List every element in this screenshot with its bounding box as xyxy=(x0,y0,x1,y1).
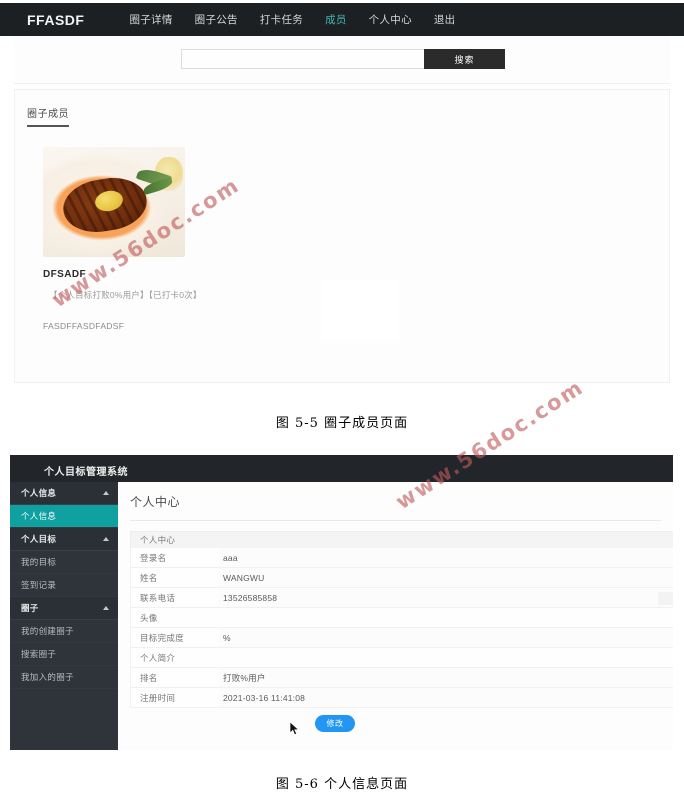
table-row: 联系电话 13526585858 xyxy=(130,588,673,608)
search-input[interactable] xyxy=(181,49,424,69)
sidebar-item-my-created-circles[interactable]: 我的创建圈子 xyxy=(10,620,118,643)
member-stats: 【个人目标打败0%用户】【已打卡0次】 xyxy=(49,290,202,300)
figure-personal-info-screenshot: 个人目标管理系统 个人信息 个人信息 个人目标 我的目标 签到记录 圈子 我的创… xyxy=(10,455,673,750)
nav-link-circle-announcement[interactable]: 圈子公告 xyxy=(184,12,249,27)
member-card[interactable]: DFSADF 【个人目标打败0%用户】【已打卡0次】 FASDFFASDFADS… xyxy=(43,147,303,331)
row-value: 2021-03-16 11:41:08 xyxy=(219,688,673,707)
row-label: 登录名 xyxy=(140,552,167,563)
table-row: 排名 打败%用户 xyxy=(130,668,673,688)
nav-links: 圈子详情 圈子公告 打卡任务 成员 个人中心 退出 xyxy=(118,12,466,27)
search-button[interactable]: 搜索 xyxy=(424,49,505,69)
row-label: 个人简介 xyxy=(140,652,176,663)
figure-caption-5-6: 图 5-6 个人信息页面 xyxy=(275,777,409,792)
row-value xyxy=(219,648,673,667)
nav-link-personal-center[interactable]: 个人中心 xyxy=(358,12,423,27)
sidebar-item-label: 我的创建圈子 xyxy=(21,626,74,636)
sidebar-group-label: 个人信息 xyxy=(21,488,57,498)
sidebar-item-label: 搜索圈子 xyxy=(21,649,57,659)
row-label: 姓名 xyxy=(140,572,158,583)
tab-bar: 圈子成员 xyxy=(27,104,647,127)
member-description: FASDFFASDFADSF xyxy=(43,321,125,331)
row-label: 注册时间 xyxy=(140,692,176,703)
sidebar-item-label: 个人信息 xyxy=(21,511,57,521)
figure-caption-5-5: 图 5-5 圈子成员页面 xyxy=(275,416,409,431)
table-row: 登录名 aaa xyxy=(130,548,673,568)
sidebar-item-my-goals[interactable]: 我的目标 xyxy=(10,551,118,574)
nav-link-members[interactable]: 成员 xyxy=(314,12,358,27)
chevron-up-icon xyxy=(103,537,109,541)
nav-link-checkin-task[interactable]: 打卡任务 xyxy=(249,12,314,27)
personal-info-panel: 个人中心 登录名 aaa 姓名 WANGWU 联系电话 13526585858 … xyxy=(130,531,673,708)
sidebar-group-personal-goal[interactable]: 个人目标 xyxy=(10,528,118,551)
page-title: 个人中心 xyxy=(130,493,661,521)
table-row: 目标完成度 % xyxy=(130,628,673,648)
row-value: aaa xyxy=(219,548,673,567)
placeholder-box xyxy=(658,592,673,605)
row-value: % xyxy=(219,628,673,647)
sidebar-item-label: 签到记录 xyxy=(21,580,57,590)
tab-circle-members[interactable]: 圈子成员 xyxy=(27,105,69,127)
page-title-text: 个人中心 xyxy=(130,495,181,509)
row-value: 打败%用户 xyxy=(219,668,673,687)
sidebar-item-checkin-records[interactable]: 签到记录 xyxy=(10,574,118,597)
sidebar-item-search-circles[interactable]: 搜索圈子 xyxy=(10,643,118,666)
row-label: 联系电话 xyxy=(140,592,176,603)
member-name: DFSADF xyxy=(43,269,86,280)
table-row: 头像 xyxy=(130,608,673,628)
row-label: 头像 xyxy=(140,612,158,623)
row-label: 目标完成度 xyxy=(140,632,185,643)
site-brand: FFASDF xyxy=(27,11,85,28)
broken-image-placeholder xyxy=(321,280,399,340)
sidebar-item-personal-info[interactable]: 个人信息 xyxy=(10,505,118,528)
edit-button[interactable]: 修改 xyxy=(315,715,355,732)
sidebar-item-label: 我加入的圈子 xyxy=(21,672,74,682)
nav-link-logout[interactable]: 退出 xyxy=(423,12,467,27)
nav-link-circle-detail[interactable]: 圈子详情 xyxy=(118,12,183,27)
sidebar-group-label: 圈子 xyxy=(21,603,39,613)
app-topbar: 个人目标管理系统 xyxy=(10,455,673,482)
table-row: 注册时间 2021-03-16 11:41:08 xyxy=(130,688,673,708)
app-title: 个人目标管理系统 xyxy=(44,467,128,478)
figure-circle-members-screenshot: FFASDF 圈子详情 圈子公告 打卡任务 成员 个人中心 退出 搜索 圈子成员 xyxy=(0,3,684,386)
top-navbar: FFASDF 圈子详情 圈子公告 打卡任务 成员 个人中心 退出 xyxy=(0,3,684,36)
search-form: 搜索 xyxy=(181,49,505,69)
members-panel: 圈子成员 DFSADF 【个人目标打败0%用户】【已打卡0次】 FASDFFAS… xyxy=(14,89,670,383)
row-value xyxy=(219,608,673,627)
mouse-pointer-icon xyxy=(290,722,300,736)
panel-header: 个人中心 xyxy=(130,531,673,548)
sidebar-group-personal-info[interactable]: 个人信息 xyxy=(10,482,118,505)
table-row: 姓名 WANGWU xyxy=(130,568,673,588)
sidebar: 个人信息 个人信息 个人目标 我的目标 签到记录 圈子 我的创建圈子 搜索圈子 … xyxy=(10,482,118,750)
sidebar-item-label: 我的目标 xyxy=(21,557,57,567)
row-value: 13526585858 xyxy=(219,588,673,607)
row-value: WANGWU xyxy=(219,568,673,587)
sidebar-group-circles[interactable]: 圈子 xyxy=(10,597,118,620)
search-zone: 搜索 xyxy=(14,36,670,84)
chevron-up-icon xyxy=(103,606,109,610)
sidebar-item-joined-circles[interactable]: 我加入的圈子 xyxy=(10,666,118,689)
chevron-up-icon xyxy=(103,491,109,495)
row-label: 排名 xyxy=(140,672,158,683)
sidebar-group-label: 个人目标 xyxy=(21,534,57,544)
table-row: 个人简介 xyxy=(130,648,673,668)
member-photo xyxy=(43,147,185,257)
main-content: 个人中心 个人中心 登录名 aaa 姓名 WANGWU 联系电话 1352658… xyxy=(118,482,673,750)
